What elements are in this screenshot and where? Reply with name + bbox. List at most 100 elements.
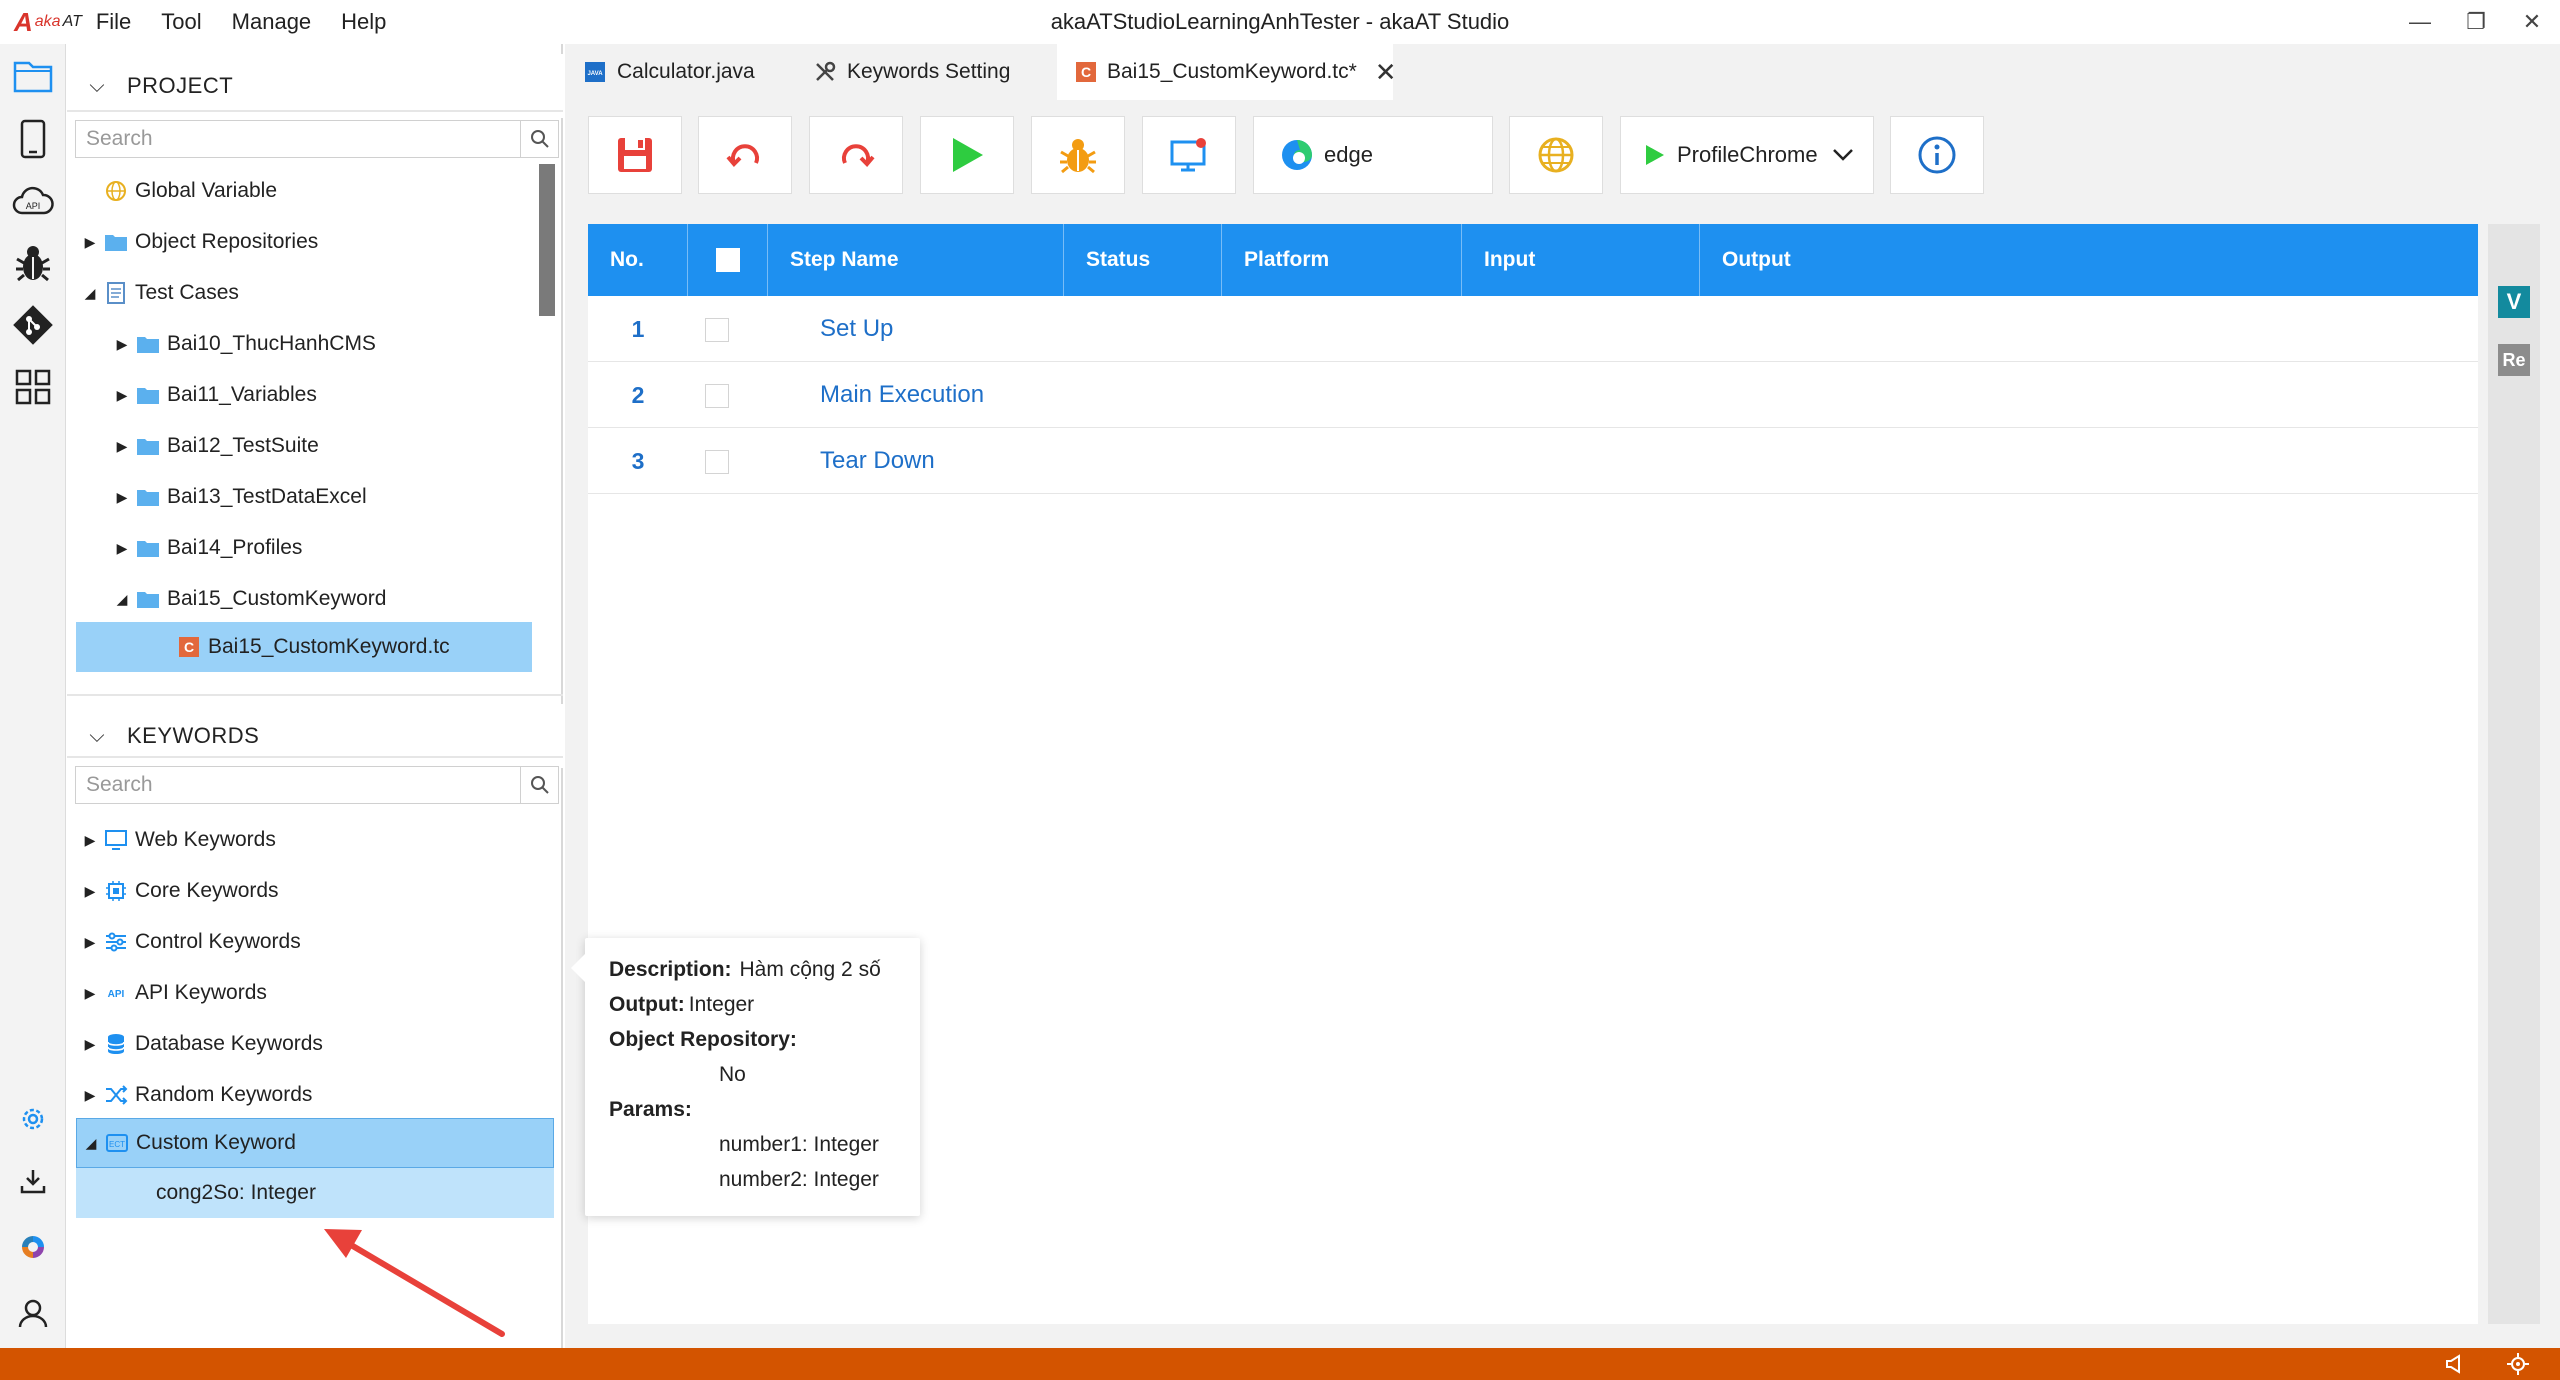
run-button[interactable] — [920, 116, 1014, 194]
caret-right-icon[interactable]: ▶ — [111, 540, 133, 557]
explorer-button[interactable] — [8, 50, 58, 100]
tree-item-database-keywords[interactable]: ▶ Database Keywords — [79, 1019, 323, 1069]
search-icon — [530, 776, 549, 794]
col-output[interactable]: Output — [1700, 224, 2478, 296]
project-search — [75, 120, 559, 158]
table-row[interactable]: 3 Tear Down — [588, 428, 2478, 494]
tree-item-core-keywords[interactable]: ▶ Core Keywords — [79, 866, 279, 916]
download-button[interactable] — [8, 1156, 58, 1206]
caret-down-icon[interactable]: ◢ — [79, 285, 101, 302]
project-search-input[interactable] — [76, 121, 520, 157]
close-tab-icon[interactable]: ✕ — [1375, 57, 1397, 88]
remote-execution-button[interactable] — [1142, 116, 1236, 194]
redo-button[interactable] — [809, 116, 903, 194]
col-status[interactable]: Status — [1064, 224, 1222, 296]
api-button[interactable]: API — [8, 176, 58, 226]
tree-item-global-variable[interactable]: Global Variable — [79, 166, 277, 216]
table-row[interactable]: 2 Main Execution — [588, 362, 2478, 428]
tree-item-bai13[interactable]: ▶ Bai13_TestDataExcel — [111, 472, 367, 522]
tree-item-bai11[interactable]: ▶ Bai11_Variables — [111, 370, 317, 420]
tree-item-api-keywords[interactable]: ▶ API API Keywords — [79, 968, 267, 1018]
step-name[interactable]: Tear Down — [820, 428, 935, 494]
tree-item-bai15[interactable]: ◢ Bai15_CustomKeyword — [111, 574, 387, 624]
tree-item-bai15-tc[interactable]: C Bai15_CustomKeyword.tc — [76, 622, 532, 672]
caret-right-icon[interactable]: ▶ — [111, 438, 133, 455]
tree-item-random-keywords[interactable]: ▶ Random Keywords — [79, 1070, 313, 1120]
restore-button[interactable]: ❐ — [2448, 0, 2504, 44]
tooltip-params: Params: — [609, 1098, 692, 1121]
git-icon — [13, 305, 53, 345]
caret-right-icon[interactable]: ▶ — [79, 234, 101, 251]
settings-button[interactable] — [8, 1094, 58, 1144]
menu-tool[interactable]: Tool — [161, 9, 201, 35]
account-button[interactable] — [8, 1288, 58, 1338]
tree-item-bai14[interactable]: ▶ Bai14_Profiles — [111, 523, 303, 573]
row-checkbox[interactable] — [705, 450, 729, 474]
menu-help[interactable]: Help — [341, 9, 386, 35]
report-badge[interactable]: Re — [2498, 344, 2530, 376]
col-select[interactable] — [688, 224, 768, 296]
keywords-search-button[interactable] — [520, 767, 558, 803]
col-input[interactable]: Input — [1462, 224, 1700, 296]
grid-apps-icon — [15, 369, 51, 405]
git-button[interactable] — [8, 300, 58, 350]
row-checkbox[interactable] — [705, 384, 729, 408]
location-target-icon[interactable] — [2506, 1352, 2530, 1376]
tab-bai15-customkeyword[interactable]: C Bai15_CustomKeyword.tc* ✕ — [1057, 44, 1397, 100]
tree-item-control-keywords[interactable]: ▶ Control Keywords — [79, 917, 301, 967]
caret-right-icon[interactable]: ▶ — [111, 489, 133, 506]
menu-manage[interactable]: Manage — [232, 9, 312, 35]
tab-keywords-setting[interactable]: Keywords Setting — [795, 44, 1057, 100]
tooltip-param: number1: Integer — [719, 1133, 879, 1156]
tree-item-web-keywords[interactable]: ▶ Web Keywords — [79, 815, 276, 865]
monitor-icon — [101, 825, 131, 855]
keywords-section-header[interactable]: ⌵ KEYWORDS — [67, 704, 563, 768]
caret-right-icon[interactable]: ▶ — [79, 985, 101, 1002]
project-section-header[interactable]: ⌵ PROJECT — [67, 54, 563, 118]
select-all-checkbox[interactable] — [715, 248, 740, 272]
debug-run-button[interactable] — [1031, 116, 1125, 194]
browser-select[interactable]: edge — [1253, 116, 1493, 194]
close-window-button[interactable]: ✕ — [2504, 0, 2560, 44]
tree-item-bai10[interactable]: ▶ Bai10_ThucHanhCMS — [111, 319, 376, 369]
minimize-button[interactable]: — — [2392, 0, 2448, 44]
caret-right-icon[interactable]: ▶ — [79, 883, 101, 900]
table-row[interactable]: 1 Set Up — [588, 296, 2478, 362]
menu-file[interactable]: File — [96, 9, 131, 35]
step-name[interactable]: Set Up — [820, 296, 893, 362]
caret-right-icon[interactable]: ▶ — [79, 934, 101, 951]
tab-calculator-java[interactable]: JAVA Calculator.java — [565, 44, 795, 100]
tree-item-bai12[interactable]: ▶ Bai12_TestSuite — [111, 421, 319, 471]
mobile-button[interactable] — [8, 114, 58, 164]
caret-right-icon[interactable]: ▶ — [79, 832, 101, 849]
sync-button[interactable] — [8, 1222, 58, 1272]
col-no[interactable]: No. — [588, 224, 688, 296]
svg-text:API: API — [26, 201, 41, 211]
tree-item-test-cases[interactable]: ◢ Test Cases — [79, 268, 239, 318]
save-button[interactable] — [588, 116, 682, 194]
profile-select[interactable]: ProfileChrome — [1620, 116, 1874, 194]
caret-right-icon[interactable]: ▶ — [111, 387, 133, 404]
caret-down-icon[interactable]: ◢ — [111, 591, 133, 608]
notification-icon[interactable] — [2444, 1352, 2468, 1376]
custom-keyword-cong2so[interactable]: cong2So: Integer — [76, 1168, 554, 1218]
project-scrollbar[interactable] — [539, 164, 555, 316]
caret-right-icon[interactable]: ▶ — [111, 336, 133, 353]
variables-badge[interactable]: V — [2498, 286, 2530, 318]
col-platform[interactable]: Platform — [1222, 224, 1462, 296]
info-button[interactable] — [1890, 116, 1984, 194]
caret-right-icon[interactable]: ▶ — [79, 1087, 101, 1104]
step-name[interactable]: Main Execution — [820, 362, 984, 428]
col-step-name[interactable]: Step Name — [768, 224, 1064, 296]
tree-item-object-repositories[interactable]: ▶ Object Repositories — [79, 217, 319, 267]
tree-item-custom-keyword[interactable]: ◢ ECT Custom Keyword — [76, 1118, 554, 1168]
debug-button[interactable] — [8, 238, 58, 288]
web-settings-button[interactable] — [1509, 116, 1603, 194]
row-checkbox[interactable] — [705, 318, 729, 342]
undo-button[interactable] — [698, 116, 792, 194]
caret-down-icon[interactable]: ◢ — [80, 1135, 102, 1152]
project-search-button[interactable] — [520, 121, 558, 157]
caret-right-icon[interactable]: ▶ — [79, 1036, 101, 1053]
plugins-button[interactable] — [8, 362, 58, 412]
keywords-search-input[interactable] — [76, 767, 520, 803]
